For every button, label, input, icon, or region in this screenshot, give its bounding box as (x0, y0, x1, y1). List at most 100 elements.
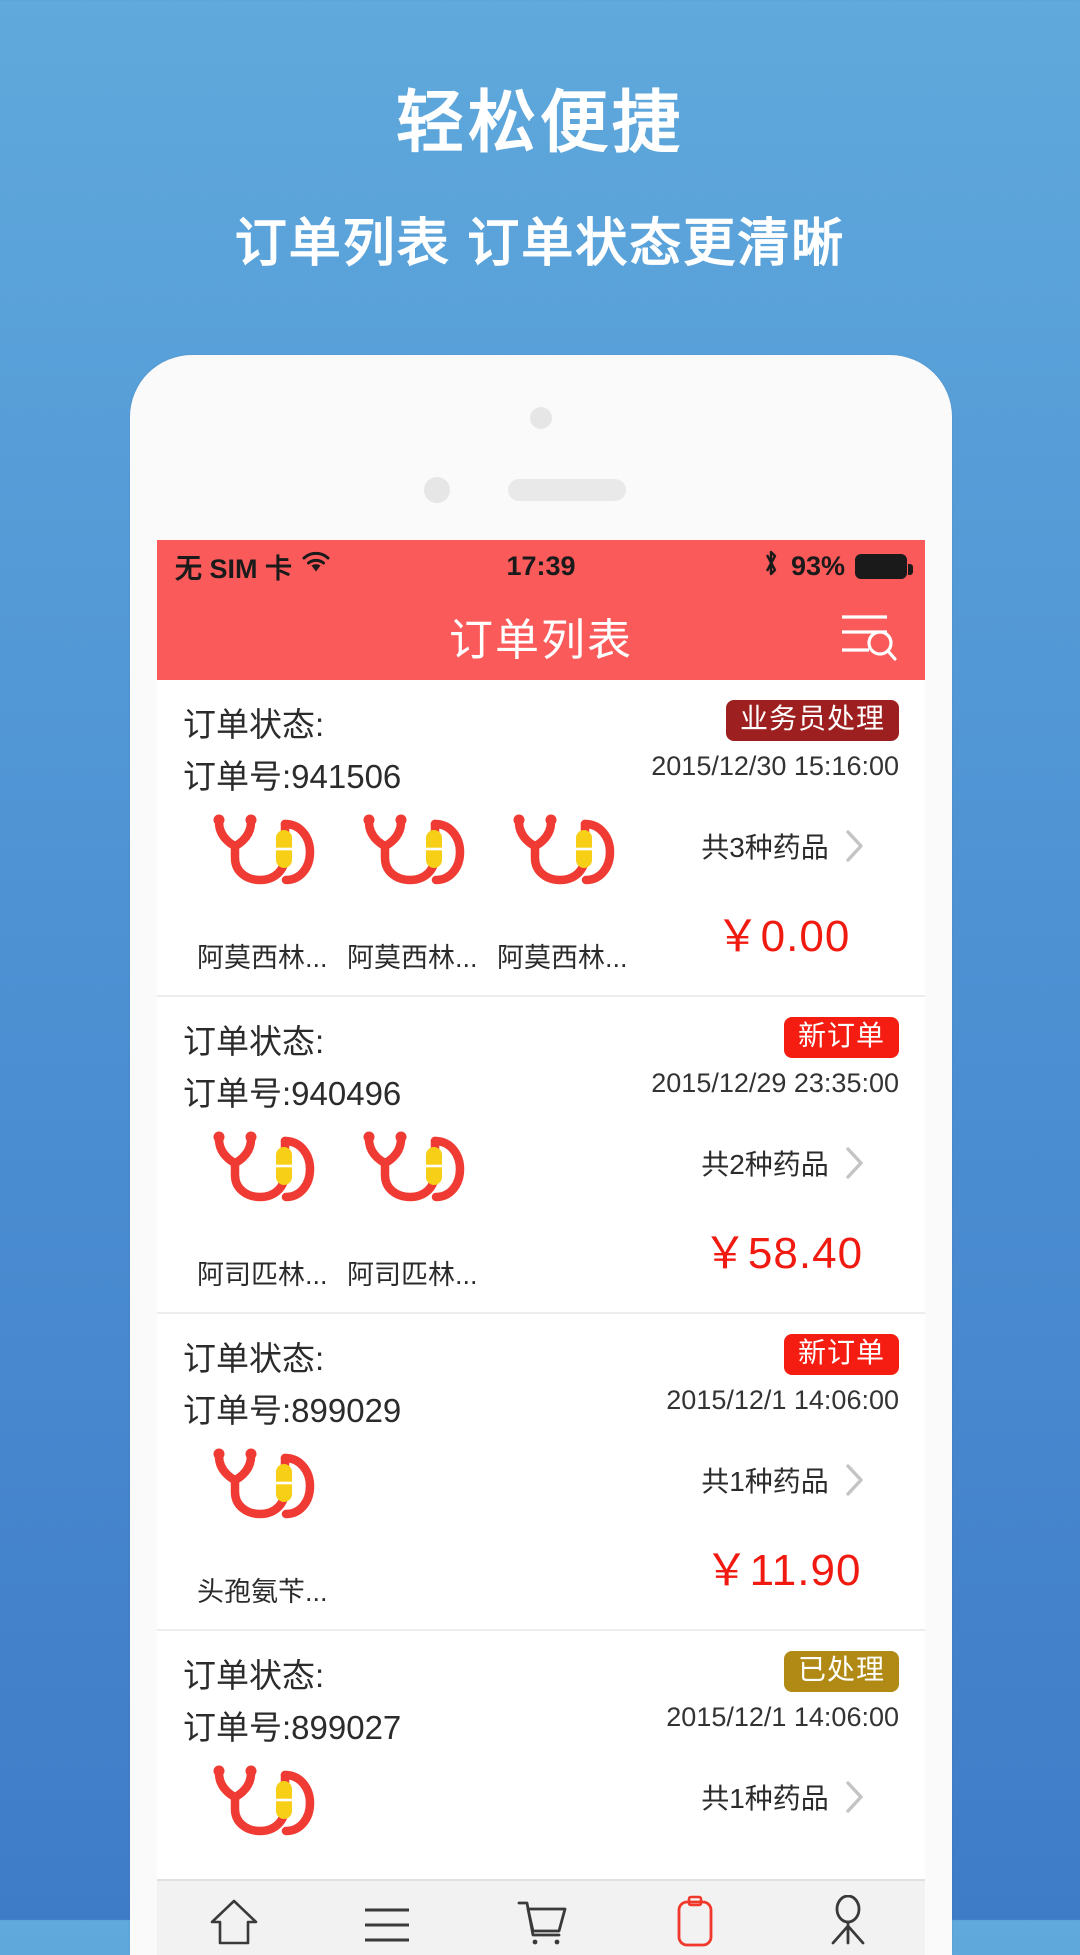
order-header: 订单状态: 订单号:940496 新订单 2015/12/29 23:35:00 (183, 1015, 899, 1115)
status-badge: 业务员处理 (725, 700, 899, 741)
order-list[interactable]: 订单状态: 订单号:941506 业务员处理 2015/12/30 15:16:… (157, 680, 925, 1879)
order-identity: 订单状态: 订单号:899027 (183, 1649, 401, 1749)
order-item-count: 共2种药品 (701, 1149, 829, 1180)
order-item[interactable]: 阿莫西林... (347, 808, 478, 975)
order-item[interactable] (197, 1759, 325, 1879)
battery-icon (855, 553, 913, 579)
product-logo-icon (352, 1125, 470, 1227)
order-meta: 已处理 2015/12/1 14:06:00 (666, 1649, 899, 1733)
order-number: 订单号:940496 (183, 1075, 402, 1112)
product-logo-icon (202, 1442, 320, 1544)
order-meta: 新订单 2015/12/1 14:06:00 (666, 1332, 899, 1416)
promo-subtitle: 订单列表 订单状态更清晰 (234, 215, 846, 274)
order-count-row[interactable]: 共2种药品 (701, 1143, 865, 1183)
product-name: 阿司匹林... (197, 1260, 328, 1290)
order-summary: 共1种药品 (667, 1759, 899, 1851)
order-header: 订单状态: 订单号:941506 业务员处理 2015/12/30 15:16:… (183, 698, 899, 798)
order-summary: 共1种药品 ￥11.90 (667, 1442, 899, 1598)
tab-cart[interactable]: 购物车 (464, 1893, 618, 1955)
product-name: 阿莫西林... (347, 943, 478, 973)
tab-list[interactable]: 分类 (311, 1893, 465, 1955)
order-number: 订单号:899027 (183, 1709, 402, 1746)
order-number: 订单号:899029 (183, 1392, 402, 1429)
order-status-label: 订单状态: (183, 1657, 325, 1694)
product-logo-icon (202, 1759, 320, 1861)
home-icon (208, 1893, 260, 1947)
wifi-icon (301, 551, 331, 582)
status-badge: 新订单 (783, 1017, 899, 1058)
sensor-icon (424, 477, 450, 503)
order-summary: 共2种药品 ￥58.40 (667, 1125, 899, 1281)
order-count-row[interactable]: 共3种药品 (701, 826, 865, 866)
order-total-price: ￥11.90 (704, 1546, 862, 1595)
bluetooth-icon (761, 548, 781, 585)
carrier-label: 无 SIM 卡 (175, 553, 293, 584)
status-left: 无 SIM 卡 (175, 547, 331, 586)
product-logo-icon (502, 808, 620, 910)
order-body: 阿莫西林... 阿莫西林... 阿莫西林... 共3种药品 ￥0.00 (183, 808, 899, 975)
list-icon (361, 1893, 413, 1947)
order-date: 2015/12/1 14:06:00 (666, 1701, 899, 1732)
order-date: 2015/12/1 14:06:00 (666, 1384, 899, 1415)
search-filter-icon[interactable] (839, 610, 897, 662)
order-date: 2015/12/29 23:35:00 (651, 1067, 899, 1098)
battery-percent-label: 93% (790, 550, 845, 581)
chevron-right-icon[interactable] (845, 829, 865, 863)
order-item[interactable]: 阿司匹林... (347, 1125, 478, 1292)
status-badge: 新订单 (783, 1334, 899, 1375)
status-right: 93% (761, 548, 913, 585)
order-item[interactable]: 阿莫西林... (497, 808, 628, 975)
order-count-row[interactable]: 共1种药品 (701, 1460, 865, 1500)
order-item-count: 共1种药品 (701, 1466, 829, 1497)
order-status-label: 订单状态: (183, 1340, 325, 1377)
product-name: 阿司匹林... (347, 1260, 478, 1290)
status-bar: 无 SIM 卡 17:39 93% (157, 540, 925, 592)
order-items: 阿司匹林... 阿司匹林... (183, 1125, 667, 1292)
chevron-right-icon[interactable] (845, 1146, 865, 1180)
order-item[interactable]: 阿莫西林... (197, 808, 328, 975)
bottom-tab-bar[interactable]: 首页 分类 购物车 订单 我 (157, 1879, 925, 1955)
order-items: 阿莫西林... 阿莫西林... 阿莫西林... (183, 808, 667, 975)
promo-header: 轻松便捷 订单列表 订单状态更清晰 (0, 0, 1080, 276)
order-count-row[interactable]: 共1种药品 (701, 1777, 865, 1817)
person-icon (824, 1893, 872, 1947)
order-card[interactable]: 订单状态: 订单号:941506 业务员处理 2015/12/30 15:16:… (157, 680, 925, 997)
order-body: 共1种药品 (183, 1759, 899, 1879)
cart-icon (513, 1893, 569, 1947)
clipboard-icon (673, 1893, 717, 1947)
order-meta: 新订单 2015/12/29 23:35:00 (651, 1015, 899, 1099)
tab-person[interactable]: 我 (771, 1893, 925, 1955)
phone-mockup: 无 SIM 卡 17:39 93% 订单列表 订单状态: 订单号:941506 … (130, 355, 952, 1955)
promo-title: 轻松便捷 (395, 85, 684, 161)
navigation-bar: 订单列表 (157, 592, 925, 680)
order-status-label: 订单状态: (183, 706, 325, 743)
tab-home[interactable]: 首页 (157, 1893, 311, 1955)
product-name: 阿莫西林... (497, 943, 628, 973)
product-logo-icon (352, 808, 470, 910)
chevron-right-icon[interactable] (845, 1463, 865, 1497)
order-card[interactable]: 订单状态: 订单号:940496 新订单 2015/12/29 23:35:00… (157, 997, 925, 1314)
chevron-right-icon[interactable] (845, 1780, 865, 1814)
order-items (183, 1759, 667, 1879)
order-card[interactable]: 订单状态: 订单号:899027 已处理 2015/12/1 14:06:00 (157, 1631, 925, 1879)
order-card[interactable]: 订单状态: 订单号:899029 新订单 2015/12/1 14:06:00 … (157, 1314, 925, 1631)
earpiece-speaker (508, 479, 626, 501)
tab-clipboard[interactable]: 订单 (618, 1893, 772, 1955)
order-number: 订单号:941506 (183, 758, 402, 795)
product-logo-icon (202, 1125, 320, 1227)
order-identity: 订单状态: 订单号:899029 (183, 1332, 401, 1432)
product-name: 阿莫西林... (197, 943, 328, 973)
front-camera-icon (530, 407, 552, 429)
order-total-price: ￥58.40 (702, 1229, 864, 1278)
order-summary: 共3种药品 ￥0.00 (667, 808, 899, 964)
order-item-count: 共1种药品 (701, 1783, 829, 1814)
order-body: 阿司匹林... 阿司匹林... 共2种药品 ￥58.40 (183, 1125, 899, 1292)
phone-top-bezel (130, 355, 952, 540)
order-item[interactable]: 头孢氨苄... (197, 1442, 328, 1609)
order-items: 头孢氨苄... (183, 1442, 667, 1609)
phone-screen: 无 SIM 卡 17:39 93% 订单列表 订单状态: 订单号:941506 … (157, 540, 925, 1955)
order-identity: 订单状态: 订单号:940496 (183, 1015, 401, 1115)
product-logo-icon (202, 808, 320, 910)
order-date: 2015/12/30 15:16:00 (651, 750, 899, 781)
order-item[interactable]: 阿司匹林... (197, 1125, 328, 1292)
